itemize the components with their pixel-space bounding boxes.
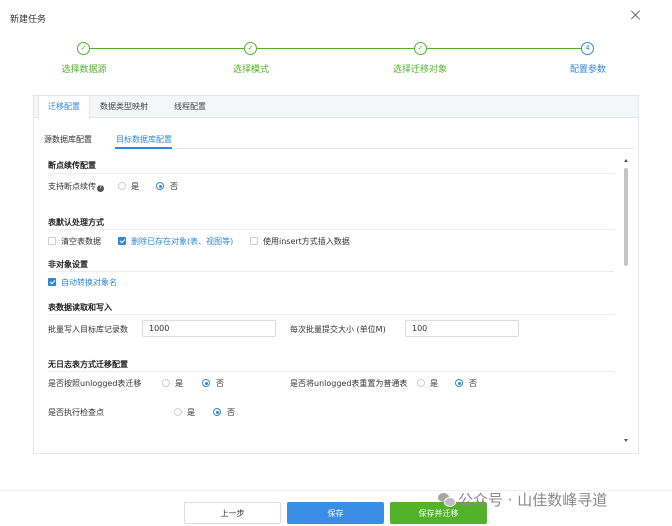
resume-support-label: 支持断点续传?: [48, 181, 104, 192]
unlogged-yes-label: 是: [175, 379, 183, 388]
checkpoint-no-label: 否: [227, 408, 235, 417]
auto-convert-checkbox[interactable]: [48, 278, 56, 286]
subtab-source-db-config[interactable]: 源数据库配置: [44, 134, 92, 145]
section-divider: [48, 229, 614, 230]
section-title-read-write: 表数据读取和写入: [48, 303, 112, 312]
tab-migration-config[interactable]: 迁移配置: [38, 96, 90, 119]
wechat-icon: [438, 493, 456, 507]
config-panel: 迁移配置 数据类型映射 线程配置 源数据库配置 目标数据库配置 断点续传配置 支…: [33, 95, 639, 454]
batch-commit-label: 每次批量提交大小 (单位M): [290, 325, 386, 334]
use-insert-checkbox[interactable]: [250, 237, 258, 245]
scroll-up-arrow-icon[interactable]: [624, 159, 628, 162]
scrollbar-thumb[interactable]: [624, 168, 628, 266]
clear-table-checkbox[interactable]: [48, 237, 56, 245]
watermark: 公众号 · 山佳数峰寻道: [438, 489, 607, 510]
step-connector: [90, 48, 244, 49]
clear-table-label: 清空表数据: [61, 237, 101, 246]
config-tabs: 迁移配置 数据类型映射 线程配置: [34, 96, 638, 119]
unlogged-migrate-label: 是否按照unlogged表迁移: [48, 379, 142, 388]
unlogged-no-radio[interactable]: [202, 379, 210, 387]
dialog-title: 新建任务: [10, 15, 47, 25]
section-divider: [48, 173, 614, 174]
batch-write-input[interactable]: [142, 320, 276, 337]
subtab-target-db-config[interactable]: 目标数据库配置: [116, 134, 172, 145]
checkpoint-yes-label: 是: [187, 408, 195, 417]
step-label-select-datasource: 选择数据源: [61, 65, 107, 75]
checkpoint-label: 是否执行检查点: [48, 408, 104, 417]
resume-support-text: 支持断点续传: [48, 182, 96, 191]
section-title-non-object: 非对象设置: [48, 260, 88, 269]
help-icon[interactable]: ?: [97, 185, 104, 192]
auto-convert-label: 自动转换对象名: [61, 278, 117, 287]
use-insert-label: 使用insert方式插入数据: [263, 237, 350, 246]
resume-no-label: 否: [170, 182, 178, 191]
db-config-subtabs: 源数据库配置 目标数据库配置: [34, 129, 638, 149]
reset-yes-label: 是: [430, 379, 438, 388]
reset-unlogged-label: 是否将unlogged表重置为普通表: [290, 379, 408, 388]
unlogged-no-label: 否: [216, 379, 224, 388]
resume-yes-label: 是: [131, 182, 139, 191]
section-divider: [48, 371, 614, 372]
checkpoint-yes-radio[interactable]: [174, 408, 182, 416]
step-3-check-icon: ✓: [414, 42, 427, 55]
step-connector: [257, 48, 414, 49]
unlogged-yes-radio[interactable]: [162, 379, 170, 387]
batch-commit-input[interactable]: [405, 320, 519, 337]
section-divider: [48, 271, 614, 272]
stepper: ✓ ✓ ✓ 4 选择数据源 选择模式 选择迁移对象 配置参数: [0, 40, 672, 80]
reset-no-label: 否: [469, 379, 477, 388]
tab-datatype-mapping[interactable]: 数据类型映射: [91, 96, 157, 118]
checkpoint-no-radio[interactable]: [213, 408, 221, 416]
step-4-number: 4: [581, 42, 594, 55]
config-scroll-area[interactable]: 断点续传配置 支持断点续传? 是 否 表默认处理方式 清空表数据 删除已存在对象…: [34, 154, 638, 454]
scroll-down-arrow-icon[interactable]: [624, 439, 628, 442]
tab-thread-config[interactable]: 线程配置: [165, 96, 215, 118]
section-divider: [48, 314, 614, 315]
step-connector: [427, 48, 581, 49]
section-title-table-default: 表默认处理方式: [48, 218, 104, 227]
prev-step-button[interactable]: 上一步: [184, 502, 281, 524]
watermark-text: 公众号 · 山佳数峰寻道: [458, 491, 608, 509]
step-label-config-params: 配置参数: [569, 65, 607, 75]
drop-existing-label: 删除已存在对象(表、视图等): [131, 237, 234, 246]
step-2-check-icon: ✓: [244, 42, 257, 55]
batch-write-label: 批量写入目标库记录数: [48, 325, 128, 334]
step-1-check-icon: ✓: [77, 42, 90, 55]
reset-no-radio[interactable]: [455, 379, 463, 387]
reset-yes-radio[interactable]: [417, 379, 425, 387]
resume-yes-radio[interactable]: [118, 182, 126, 190]
resume-no-radio[interactable]: [156, 182, 164, 190]
step-label-select-mode: 选择模式: [232, 65, 270, 75]
drop-existing-checkbox[interactable]: [118, 237, 126, 245]
section-title-resume: 断点续传配置: [48, 161, 96, 170]
subtabs-divider: [114, 148, 634, 149]
close-icon[interactable]: [630, 9, 642, 21]
save-button[interactable]: 保存: [287, 502, 384, 524]
step-label-select-objects: 选择迁移对象: [392, 65, 448, 75]
section-title-no-log: 无日志表方式迁移配置: [48, 360, 128, 369]
subtab-active-indicator: [115, 147, 172, 149]
